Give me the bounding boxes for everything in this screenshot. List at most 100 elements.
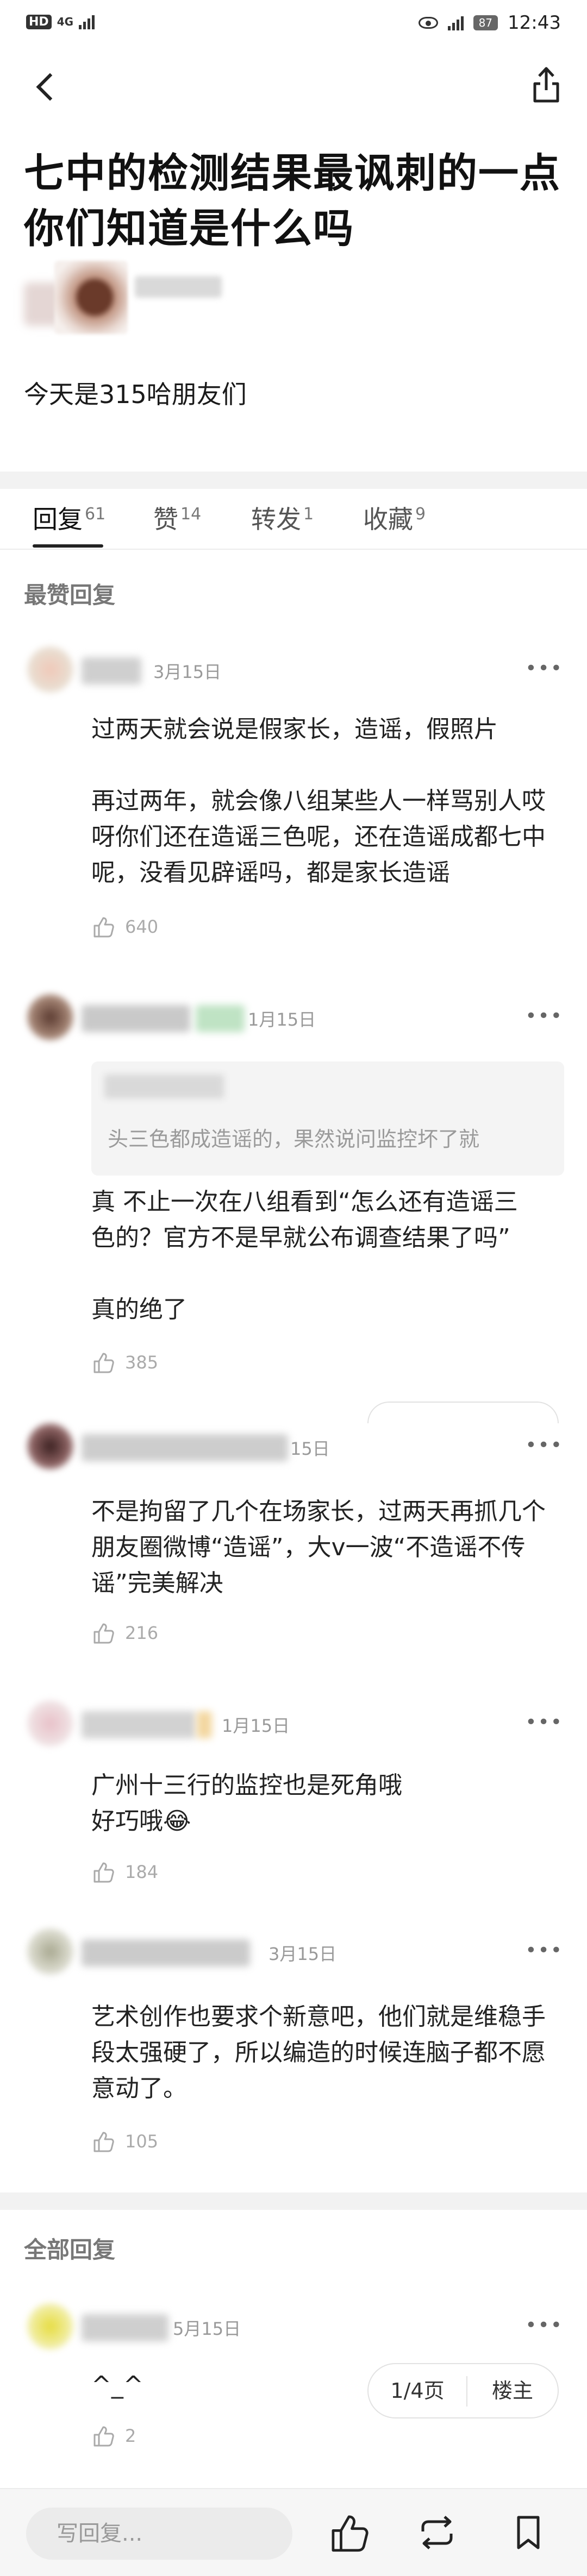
more-options-icon[interactable]: ••• [525, 657, 563, 680]
like-button[interactable]: 105 [91, 2129, 158, 2153]
comment-avatar[interactable] [27, 1700, 73, 1746]
tab-count: 9 [415, 504, 426, 524]
comment-author-redacted[interactable] [82, 1711, 196, 1738]
comment-text: 真 不止一次在八组看到“怎么还有造谣三 色的？官方不是早就公布调查结果了吗” 真… [91, 1184, 564, 1328]
share-button[interactable] [527, 63, 565, 106]
comment-line: 呢，没看见辟谣吗，都是家长造谣 [91, 859, 450, 887]
active-tab-indicator [33, 544, 103, 548]
comment-line: 艺术创作也要求个新意吧，他们就是维稳手 [91, 2003, 546, 2031]
tab-replies[interactable]: 回复 61 [33, 500, 105, 536]
bookmark-button[interactable] [507, 2511, 550, 2554]
more-options-icon[interactable]: ••• [525, 1434, 563, 1456]
like-count: 640 [125, 916, 159, 937]
tab-label: 转发 [251, 505, 301, 534]
like-count: 2 [125, 2426, 136, 2446]
thumbs-up-icon [93, 1862, 114, 1883]
comment: 15日 ••• 不是拘留了几个在场家长，过两天再抓几个 朋友圈微博“造谣”，大v… [0, 1423, 587, 1684]
more-options-icon[interactable]: ••• [525, 1005, 563, 1027]
more-options-icon[interactable]: ••• [525, 1939, 563, 1962]
comment-line: 意动了。 [91, 2075, 187, 2102]
reply-input[interactable]: 写回复... [26, 2508, 292, 2560]
more-options-icon[interactable]: ••• [525, 1711, 563, 1733]
author-name-redacted[interactable] [135, 276, 222, 298]
share-icon [533, 67, 559, 103]
floating-pager-faded [367, 1402, 559, 1423]
clock: 12:43 [508, 12, 561, 34]
comment-avatar[interactable] [27, 1928, 73, 1975]
status-right: 87 12:43 [418, 12, 561, 34]
comment: 1月15日 ••• 头三色都成造谣的，果然说问监控坏了就 真 不止一次在八组看到… [0, 994, 587, 1385]
comment-line: 真 不止一次在八组看到“怎么还有造谣三 [91, 1188, 518, 1216]
owner-only-button[interactable]: 楼主 [467, 2364, 558, 2417]
like-button[interactable]: 640 [91, 915, 158, 939]
quoted-reply[interactable]: 头三色都成造谣的，果然说问监控坏了就 [91, 1061, 564, 1176]
comment-line: 好巧哦😂 [91, 1807, 191, 1835]
bottom-action-bar: 写回复... [0, 2488, 587, 2576]
tab-likes[interactable]: 赞 14 [153, 500, 201, 536]
hd-badge: HD [26, 14, 52, 29]
post-body: 今天是315哈朋友们 [24, 380, 247, 409]
network-type: 4G [57, 15, 74, 28]
author-avatar[interactable] [54, 261, 128, 334]
tab-label: 收藏 [363, 505, 413, 534]
tab-reposts[interactable]: 转发 1 [251, 500, 314, 536]
comment-author-redacted[interactable] [82, 1005, 190, 1032]
like-post-button[interactable] [327, 2511, 371, 2554]
post-title-line: 你们知道是什么吗 [24, 205, 354, 252]
comment-author-redacted[interactable] [82, 2314, 168, 2341]
like-count: 105 [125, 2131, 159, 2152]
comment-text: 过两天就会说是假家长，造谣，假照片 再过两年，就会像八组某些人一样骂别人哎 呀你… [91, 712, 564, 891]
comment: 1月15日 ••• 广州十三行的监控也是死角哦 好巧哦😂 184 [0, 1700, 587, 1918]
comment-avatar[interactable] [27, 2303, 73, 2349]
tab-bar: 回复 61 赞 14 转发 1 收藏 9 [0, 494, 587, 550]
like-button[interactable]: 216 [91, 1621, 158, 1645]
comment-avatar[interactable] [27, 646, 73, 693]
comment-line: 段太强硬了，所以编造的时候连脑子都不愿 [91, 2039, 546, 2066]
like-button[interactable]: 184 [91, 1860, 158, 1884]
comment-badge-redacted [196, 1005, 245, 1032]
like-count: 184 [125, 1862, 159, 1882]
comment-line: 不是拘留了几个在场家长，过两天再抓几个 [91, 1498, 546, 1525]
like-button[interactable]: 385 [91, 1350, 158, 1374]
tab-label: 回复 [33, 505, 83, 534]
like-count: 385 [125, 1352, 159, 1373]
section-divider [0, 2192, 587, 2210]
comment-text: 艺术创作也要求个新意吧，他们就是维稳手 段太强硬了，所以编造的时候连脑子都不愿 … [91, 1999, 564, 2107]
comment-line: 色的？官方不是早就公布调查结果了吗” [91, 1224, 510, 1252]
more-options-icon[interactable]: ••• [525, 2314, 563, 2336]
comment-line: 过两天就会说是假家长，造谣，假照片 [91, 715, 498, 743]
comment-author-redacted[interactable] [82, 1434, 288, 1461]
status-left: HD 4G [26, 14, 95, 29]
like-button[interactable]: 2 [91, 2424, 136, 2448]
tab-favorites[interactable]: 收藏 9 [363, 500, 426, 536]
comment-date: 3月15日 [268, 1944, 337, 1964]
comment-author-redacted[interactable] [82, 657, 141, 684]
signal-icon [79, 14, 95, 29]
tab-count: 14 [180, 504, 202, 524]
page-selector-button[interactable]: 1/4页 [369, 2364, 466, 2417]
post-title: 七中的检测结果最讽刺的一点 你们知道是什么吗 [24, 146, 567, 256]
comment-author-redacted[interactable] [82, 1939, 250, 1966]
thumbs-up-icon [93, 1623, 114, 1644]
section-all-replies: 全部回复 [24, 2236, 116, 2263]
comment-text: 不是拘留了几个在场家长，过两天再抓几个 朋友圈微博“造谣”，大v一波“不造谣不传… [91, 1494, 564, 1601]
comment-line: 广州十三行的监控也是死角哦 [91, 1771, 402, 1799]
tab-count: 1 [303, 504, 314, 524]
comment-line: 朋友圈微博“造谣”，大v一波“不造谣不传 [91, 1534, 526, 1561]
comment-avatar[interactable] [27, 1423, 73, 1469]
quoted-author-redacted [104, 1075, 224, 1098]
repost-button[interactable] [415, 2511, 459, 2554]
section-top-replies: 最赞回复 [24, 582, 116, 608]
back-button[interactable] [30, 65, 63, 109]
comment-line: 呀你们还在造谣三色呢，还在造谣成都七中 [91, 823, 546, 851]
wifi-signal-icon [447, 15, 464, 30]
quoted-text: 头三色都成造谣的，果然说问监控坏了就 [108, 1127, 480, 1151]
comment-avatar[interactable] [27, 994, 73, 1040]
section-divider [0, 472, 587, 489]
repost-icon [421, 2516, 453, 2549]
battery-icon: 87 [473, 15, 498, 30]
tab-count: 61 [85, 504, 106, 524]
comment-line: 真的绝了 [91, 1296, 187, 1323]
comment-date: 5月15日 [173, 2319, 241, 2339]
tab-label: 赞 [153, 505, 178, 534]
